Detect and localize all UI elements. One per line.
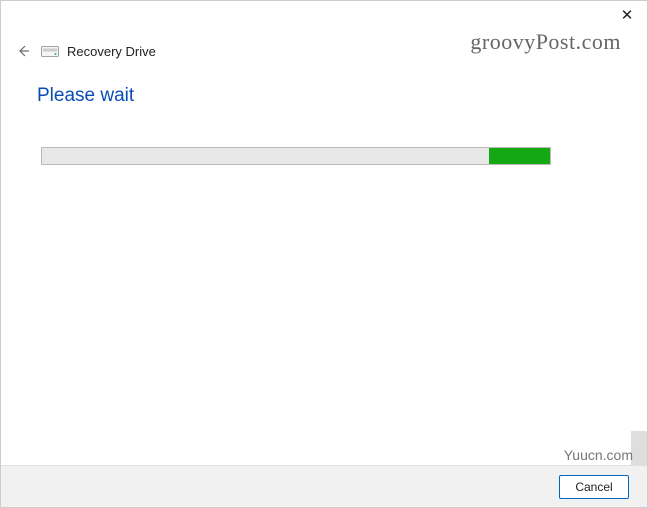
watermark-top: groovyPost.com — [470, 29, 621, 55]
progress-bar — [41, 147, 551, 165]
cancel-button[interactable]: Cancel — [559, 475, 629, 499]
footer-bar: Cancel — [1, 465, 647, 507]
close-button[interactable]: ✕ — [619, 7, 635, 23]
scrollbar-hint — [631, 431, 647, 467]
titlebar: ✕ — [1, 1, 647, 31]
watermark-bottom: Yuucn.com — [564, 447, 633, 463]
back-button[interactable] — [13, 41, 33, 61]
content-area: Please wait — [1, 67, 647, 165]
drive-icon — [41, 46, 59, 57]
window-title: Recovery Drive — [67, 44, 156, 59]
page-heading: Please wait — [37, 85, 611, 107]
back-arrow-icon — [15, 43, 31, 59]
close-icon: ✕ — [621, 8, 634, 23]
progress-fill — [489, 148, 550, 164]
